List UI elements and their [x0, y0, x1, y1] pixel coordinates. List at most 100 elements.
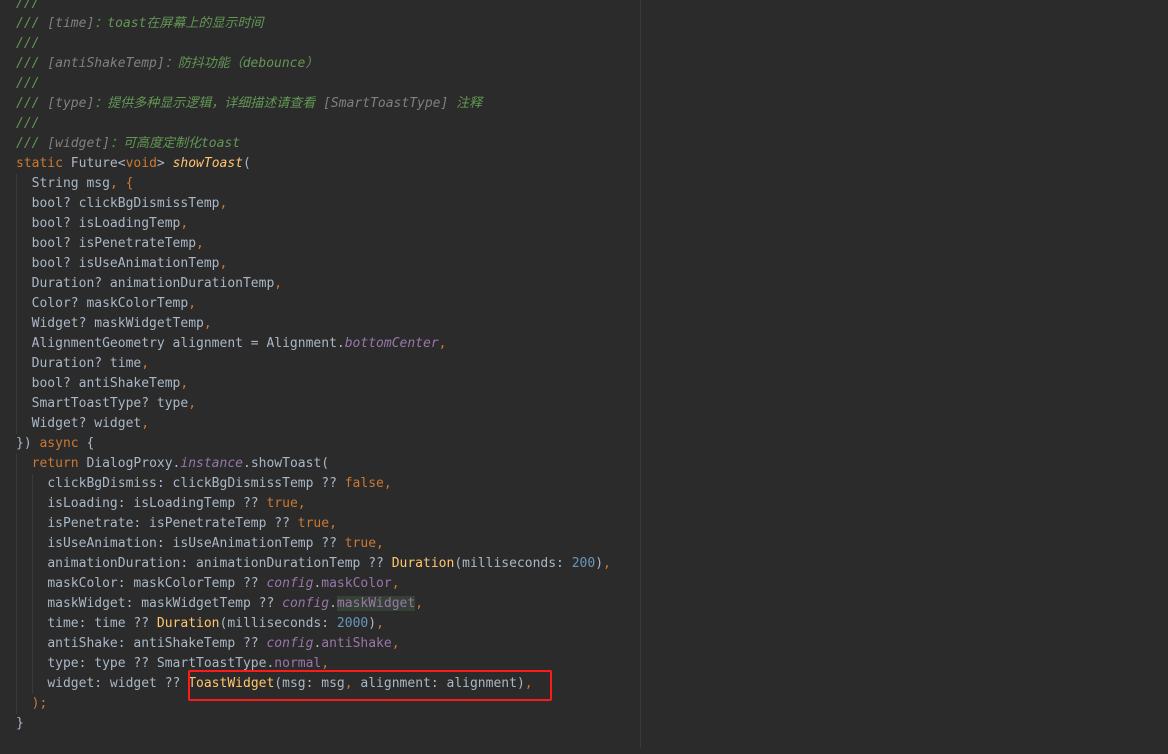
config-ref: config [282, 596, 330, 611]
param: Widget? widget [31, 416, 142, 431]
separator: , [603, 556, 611, 571]
arg-line: time: time ?? Duration(milliseconds: 200… [0, 614, 1168, 634]
separator: , [415, 596, 424, 611]
argument: animationDuration: animationDurationTemp… [47, 556, 392, 571]
code-line: /// [0, 0, 1168, 14]
param: bool? antiShakeTemp [31, 376, 181, 391]
argument: widget: widget ?? [47, 676, 189, 691]
literal: true [266, 496, 298, 511]
number-literal: 2000 [336, 616, 369, 631]
method-call: .showToast( [243, 456, 330, 471]
separator: , [188, 396, 197, 411]
code-line: /// [0, 34, 1168, 54]
argument: isUseAnimation: isUseAnimationTemp ?? [47, 536, 345, 551]
function-name[interactable]: showToast [173, 156, 243, 171]
separator: , [329, 516, 337, 531]
keyword-static: static [16, 156, 63, 171]
param: Duration? time [31, 356, 142, 371]
argument: antiShake: antiShakeTemp ?? [47, 636, 267, 651]
arg-line: isLoading: isLoadingTemp ?? true, [0, 494, 1168, 514]
param: Color? maskColorTemp [31, 296, 189, 311]
separator: , [376, 536, 384, 551]
config-ref: config [266, 576, 314, 591]
config-property: antiShake [321, 636, 392, 651]
instance-property: instance [180, 456, 243, 471]
keyword-return: return [31, 456, 79, 471]
open-brace: { [78, 436, 95, 451]
comment: /// [16, 0, 40, 11]
comment: /// [16, 76, 40, 91]
arg-line: maskWidget: maskWidgetTemp ?? config.mas… [0, 594, 1168, 614]
async-line: }) async { [0, 434, 1168, 454]
code-line: /// [0, 74, 1168, 94]
proxy-class: DialogProxy. [78, 456, 181, 471]
literal: false [344, 476, 384, 491]
doc-reference: [widget] [47, 136, 110, 151]
param: bool? isPenetrateTemp [31, 236, 197, 251]
type-close: > [156, 156, 173, 171]
close-brace-line: } [0, 714, 1168, 734]
config-property: maskColor [321, 576, 392, 591]
separator: , [180, 376, 189, 391]
comment: ：toast在屏幕上的显示时间 [94, 16, 264, 31]
separator: , [376, 616, 384, 631]
code-editor[interactable]: /// /// [time]：toast在屏幕上的显示时间 /// /// [a… [0, 0, 1168, 748]
code-line: /// [0, 114, 1168, 134]
param: bool? clickBgDismissTemp [31, 196, 220, 211]
comment: /// [16, 116, 40, 131]
separator: , [438, 336, 447, 351]
argument: maskColor: maskColorTemp ?? [47, 576, 267, 591]
arg-line: widget: widget ?? ToastWidget(msg: msg, … [0, 674, 1168, 694]
separator: , [274, 276, 283, 291]
param-line: bool? isPenetrateTemp, [0, 234, 1168, 254]
keyword-void: void [125, 156, 157, 171]
separator: , { [109, 176, 134, 191]
param-line: bool? isLoadingTemp, [0, 214, 1168, 234]
code-line: /// [type]：提供多种显示逻辑，详细描述请查看 [SmartToastT… [0, 94, 1168, 114]
separator: , [219, 256, 228, 271]
param-line: AlignmentGeometry alignment = Alignment.… [0, 334, 1168, 354]
arg-line: maskColor: maskColorTemp ?? config.maskC… [0, 574, 1168, 594]
argument: maskWidget: maskWidgetTemp ?? [47, 596, 283, 611]
close-params: }) [16, 436, 40, 451]
close-paren: ) [368, 616, 377, 631]
doc-reference: [time] [47, 16, 95, 31]
comment: /// [16, 136, 48, 151]
arg-line: antiShake: antiShakeTemp ?? config.antiS… [0, 634, 1168, 654]
comment: /// [16, 36, 40, 51]
arg-line: isUseAnimation: isUseAnimationTemp ?? tr… [0, 534, 1168, 554]
argument: type: type ?? SmartToastType. [47, 656, 275, 671]
param-line: Duration? time, [0, 354, 1168, 374]
close-call: ); [31, 696, 48, 711]
separator: , [196, 236, 204, 251]
comment: ：提供多种显示逻辑，详细描述请查看 [94, 96, 324, 111]
comment: /// [16, 96, 48, 111]
separator: , [188, 296, 197, 311]
param-line: Widget? maskWidgetTemp, [0, 314, 1168, 334]
red-highlight-annotation [188, 670, 552, 701]
param-line: Color? maskColorTemp, [0, 294, 1168, 314]
comment: ：防抖功能（debounce） [164, 56, 319, 71]
param-line: bool? isUseAnimationTemp, [0, 254, 1168, 274]
separator: , [141, 356, 150, 371]
param: Widget? maskWidgetTemp [31, 316, 204, 331]
named-arg: (milliseconds: [454, 556, 572, 571]
separator: , [180, 216, 189, 231]
param-line: bool? clickBgDismissTemp, [0, 194, 1168, 214]
static-property: bottomCenter [344, 336, 439, 351]
param-line: SmartToastType? type, [0, 394, 1168, 414]
separator: , [391, 636, 400, 651]
separator: , [321, 656, 330, 671]
literal: true [344, 536, 377, 551]
dot: . [329, 596, 337, 611]
keyword-async: async [39, 436, 79, 451]
code-line: /// [time]：toast在屏幕上的显示时间 [0, 14, 1168, 34]
literal: true [297, 516, 330, 531]
arg-line: type: type ?? SmartToastType.normal, [0, 654, 1168, 674]
code-line: /// [widget]：可高度定制化toast [0, 134, 1168, 154]
comment: /// [16, 16, 48, 31]
named-arg: (milliseconds: [219, 616, 337, 631]
separator: , [203, 316, 212, 331]
arg-line: isPenetrate: isPenetrateTemp ?? true, [0, 514, 1168, 534]
return-line: return DialogProxy.instance.showToast( [0, 454, 1168, 474]
